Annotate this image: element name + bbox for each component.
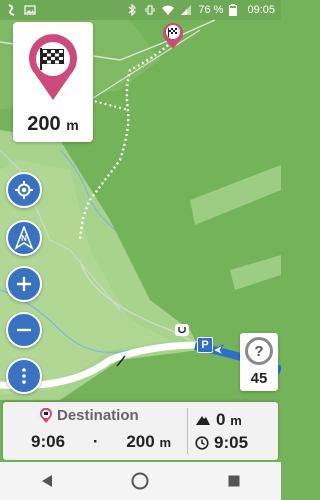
destination-card[interactable]: 200 m <box>13 22 93 142</box>
recents-button[interactable] <box>214 462 254 500</box>
destination-distance: 200 m <box>27 113 78 136</box>
compass-button[interactable]: N <box>6 220 42 256</box>
more-button[interactable] <box>6 358 42 394</box>
question-icon: ? <box>245 337 273 365</box>
elevation-value: 0 <box>216 409 226 429</box>
map-destination-pin[interactable] <box>161 22 185 50</box>
duration-value: 9:05 <box>214 432 249 452</box>
remaining-distance-value: 200 <box>126 432 155 451</box>
more-vertical-icon <box>22 368 26 384</box>
zoom-out-button[interactable] <box>6 312 42 348</box>
svg-text:N: N <box>21 234 27 243</box>
mountain-icon <box>196 415 210 425</box>
elevation-row: 0 m <box>195 408 248 431</box>
checkered-flag-pin-icon <box>163 23 183 49</box>
route-info-panel[interactable]: Destination 9:06 · 200 m 0 m 9:05 <box>3 402 278 460</box>
elevation-unit: m <box>230 412 242 428</box>
system-nav-bar <box>0 462 281 500</box>
route-summary[interactable]: Destination 9:06 · 200 m <box>3 402 187 460</box>
destination-distance-value: 200 <box>27 113 61 135</box>
locate-button[interactable] <box>6 172 42 208</box>
crosshair-icon <box>15 181 33 199</box>
turn-marker-icon <box>175 324 189 336</box>
home-circle-icon <box>131 472 149 490</box>
parking-icon[interactable]: P <box>197 337 213 353</box>
remaining-distance: 200 m <box>126 432 171 452</box>
bluetooth-icon <box>126 3 138 17</box>
back-triangle-icon <box>41 475 52 487</box>
route-stats: 0 m 9:05 <box>195 408 248 454</box>
zoom-in-button[interactable] <box>6 266 42 302</box>
destination-row: Destination <box>39 407 139 424</box>
panel-divider <box>187 408 188 454</box>
recents-square-icon <box>228 475 240 487</box>
north-arrow-icon: N <box>14 226 34 250</box>
signal-icon <box>180 4 192 16</box>
minus-icon <box>17 328 31 332</box>
destination-distance-unit: m <box>66 117 79 133</box>
status-bar: 76 % 09:05 <box>0 0 281 20</box>
home-button[interactable] <box>120 462 160 500</box>
destination-pin-icon <box>40 407 52 423</box>
arrival-row: 9:06 · 200 m <box>31 432 171 452</box>
duration-row: 9:05 <box>195 431 248 454</box>
image-notification-icon <box>24 4 36 16</box>
battery-percent: 76 % <box>198 4 224 16</box>
back-button[interactable] <box>27 462 67 500</box>
plus-icon <box>17 277 31 291</box>
position-arrow-icon <box>211 343 225 357</box>
vibrate-icon <box>144 4 156 16</box>
wifi-icon <box>162 4 175 16</box>
arrival-time: 9:06 <box>31 432 66 451</box>
info-widget[interactable]: ? 45 <box>240 333 278 391</box>
info-widget-value: 45 <box>250 370 268 387</box>
clock-icon <box>195 435 209 450</box>
status-time: 09:05 <box>247 4 275 16</box>
checkered-flag-pin-icon <box>29 34 77 101</box>
app-notification-icon <box>6 4 18 16</box>
separator-dot: · <box>92 432 99 451</box>
remaining-distance-unit: m <box>159 435 171 450</box>
destination-label: Destination <box>57 407 139 424</box>
battery-icon <box>229 4 241 16</box>
